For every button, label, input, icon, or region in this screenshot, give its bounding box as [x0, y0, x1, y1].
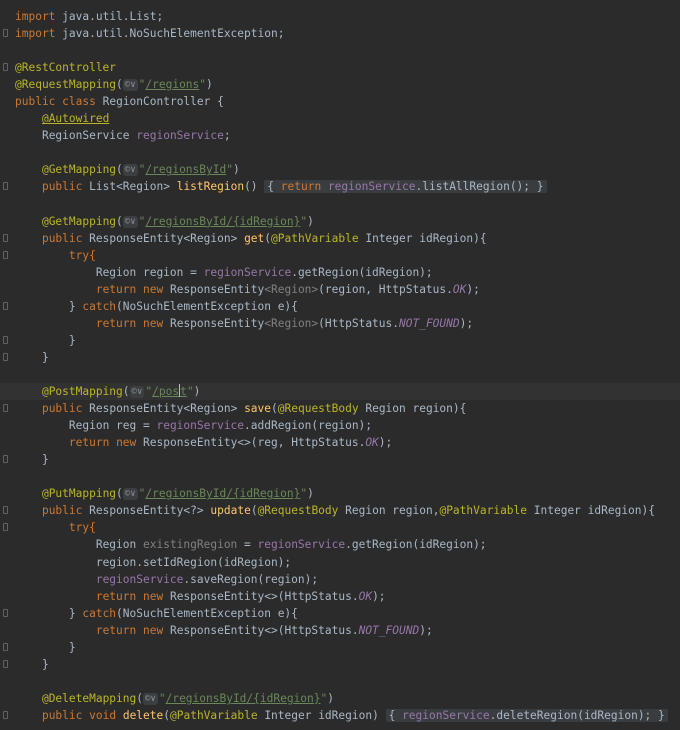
code-line: Region region = regionService.getRegion(… — [95, 265, 433, 279]
code-line: import java.util.List; — [15, 8, 680, 25]
keyword: import — [15, 27, 56, 41]
code-line: public List<Region> listRegion() { retur… — [3, 178, 680, 195]
folded-block[interactable]: { return regionService.listAllRegion(); … — [264, 180, 547, 194]
code-line: public ResponseEntity<Region> save(@Requ… — [3, 400, 680, 417]
folded-block[interactable]: { regionService.deleteRegion(idRegion); … — [385, 708, 668, 722]
code-line: } — [3, 656, 680, 673]
code-line: } — [3, 332, 680, 349]
fold-icon[interactable] — [3, 233, 8, 242]
url-string[interactable]: /regions — [145, 78, 199, 91]
code-line: @RestController — [3, 59, 680, 76]
code-line: Region reg = regionService.addRegion(reg… — [68, 419, 373, 433]
code-line: @DeleteMapping(©∨ "/regionsById/{idRegion… — [41, 691, 335, 705]
code-line: } — [3, 451, 680, 468]
fold-icon[interactable] — [3, 608, 8, 617]
url-string[interactable]: /regionsById/{idRegion} — [145, 487, 300, 500]
url-string[interactable]: /regionsById — [145, 163, 226, 176]
code-line: public ResponseEntity<Region> get(@PathV… — [3, 230, 680, 247]
code-line: return new ResponseEntity<>(HttpStatus.N… — [95, 623, 433, 637]
inlay-hint-icon[interactable]: ©∨ — [129, 386, 145, 399]
code-line: public void delete(@PathVariable Integer… — [3, 707, 680, 724]
fold-icon[interactable] — [3, 250, 8, 259]
code-line-current: @PostMapping(©∨ "/post") — [0, 383, 680, 401]
import-path: java.util.List; — [62, 10, 164, 23]
code-line: return new ResponseEntity<Region>(region… — [95, 282, 480, 296]
fold-icon[interactable] — [3, 659, 8, 668]
code-line: try{ — [3, 247, 680, 264]
code-line: @RequestMapping(©∨ "/regions") — [15, 78, 213, 92]
code-line: } — [3, 639, 680, 656]
code-line: @GetMapping(©∨ "/regionsById") — [41, 163, 240, 177]
code-line: @GetMapping(©∨ "/regionsById/{idRegion}") — [41, 214, 314, 228]
code-line: } catch(NoSuchElementException e){ — [3, 605, 680, 622]
inlay-hint-icon[interactable]: ©∨ — [122, 79, 138, 92]
code-area[interactable]: import java.util.List; import java.util.… — [0, 8, 680, 724]
code-editor[interactable]: import java.util.List; import java.util.… — [0, 0, 680, 730]
annotation: @RestController — [15, 61, 117, 75]
annotation: @Autowired — [41, 112, 110, 126]
inlay-hint-icon[interactable]: ©∨ — [143, 692, 158, 705]
code-line: } — [3, 349, 680, 366]
inlay-hint-icon[interactable]: ©∨ — [122, 488, 138, 501]
fold-icon[interactable] — [3, 301, 8, 310]
url-string[interactable]: /regionsById/{idRegion} — [145, 215, 300, 228]
inlay-hint-icon[interactable]: ©∨ — [122, 164, 138, 177]
code-line: import java.util.NoSuchElementException; — [3, 25, 680, 42]
code-line: region.setIdRegion(idRegion); — [95, 555, 292, 569]
fold-icon[interactable] — [3, 710, 8, 719]
code-line: RegionService regionService; — [41, 129, 231, 143]
fold-icon[interactable] — [3, 455, 8, 464]
code-line: @PutMapping(©∨ "/regionsById/{idRegion}") — [41, 487, 314, 501]
code-line: return new ResponseEntity<>(HttpStatus.O… — [95, 589, 386, 603]
code-line: Region existingRegion = regionService.ge… — [95, 538, 487, 552]
import-path: java.util.NoSuchElementException; — [62, 27, 285, 41]
class-name: RegionController { — [102, 95, 224, 109]
code-line: regionService.saveRegion(region); — [95, 572, 319, 586]
code-line: try{ — [3, 519, 680, 536]
code-line: @Autowired — [15, 110, 680, 127]
fold-icon[interactable] — [3, 523, 8, 532]
fold-icon[interactable] — [3, 642, 8, 651]
code-line: return new ResponseEntity<Region>(HttpSt… — [95, 316, 474, 330]
fold-icon[interactable] — [3, 335, 8, 344]
editor-gutter[interactable] — [0, 0, 12, 730]
annotation: @RequestMapping — [15, 78, 117, 92]
code-line: } catch(NoSuchElementException e){ — [3, 298, 680, 315]
keyword: import — [15, 10, 56, 23]
code-line: public ResponseEntity<?> update(@Request… — [3, 502, 680, 519]
fold-icon[interactable] — [3, 506, 8, 515]
fold-icon[interactable] — [3, 29, 8, 38]
fold-icon[interactable] — [3, 352, 8, 361]
url-string[interactable]: /regionsById/{idRegion} — [166, 692, 321, 705]
fold-icon[interactable] — [3, 182, 8, 191]
url-string[interactable]: /pos — [152, 385, 179, 398]
inlay-hint-icon[interactable]: ©∨ — [122, 215, 138, 228]
fold-icon[interactable] — [3, 404, 8, 413]
fold-icon[interactable] — [3, 63, 8, 72]
code-line: public class RegionController { — [15, 95, 224, 109]
code-line: return new ResponseEntity<>(reg, HttpSta… — [68, 436, 393, 450]
